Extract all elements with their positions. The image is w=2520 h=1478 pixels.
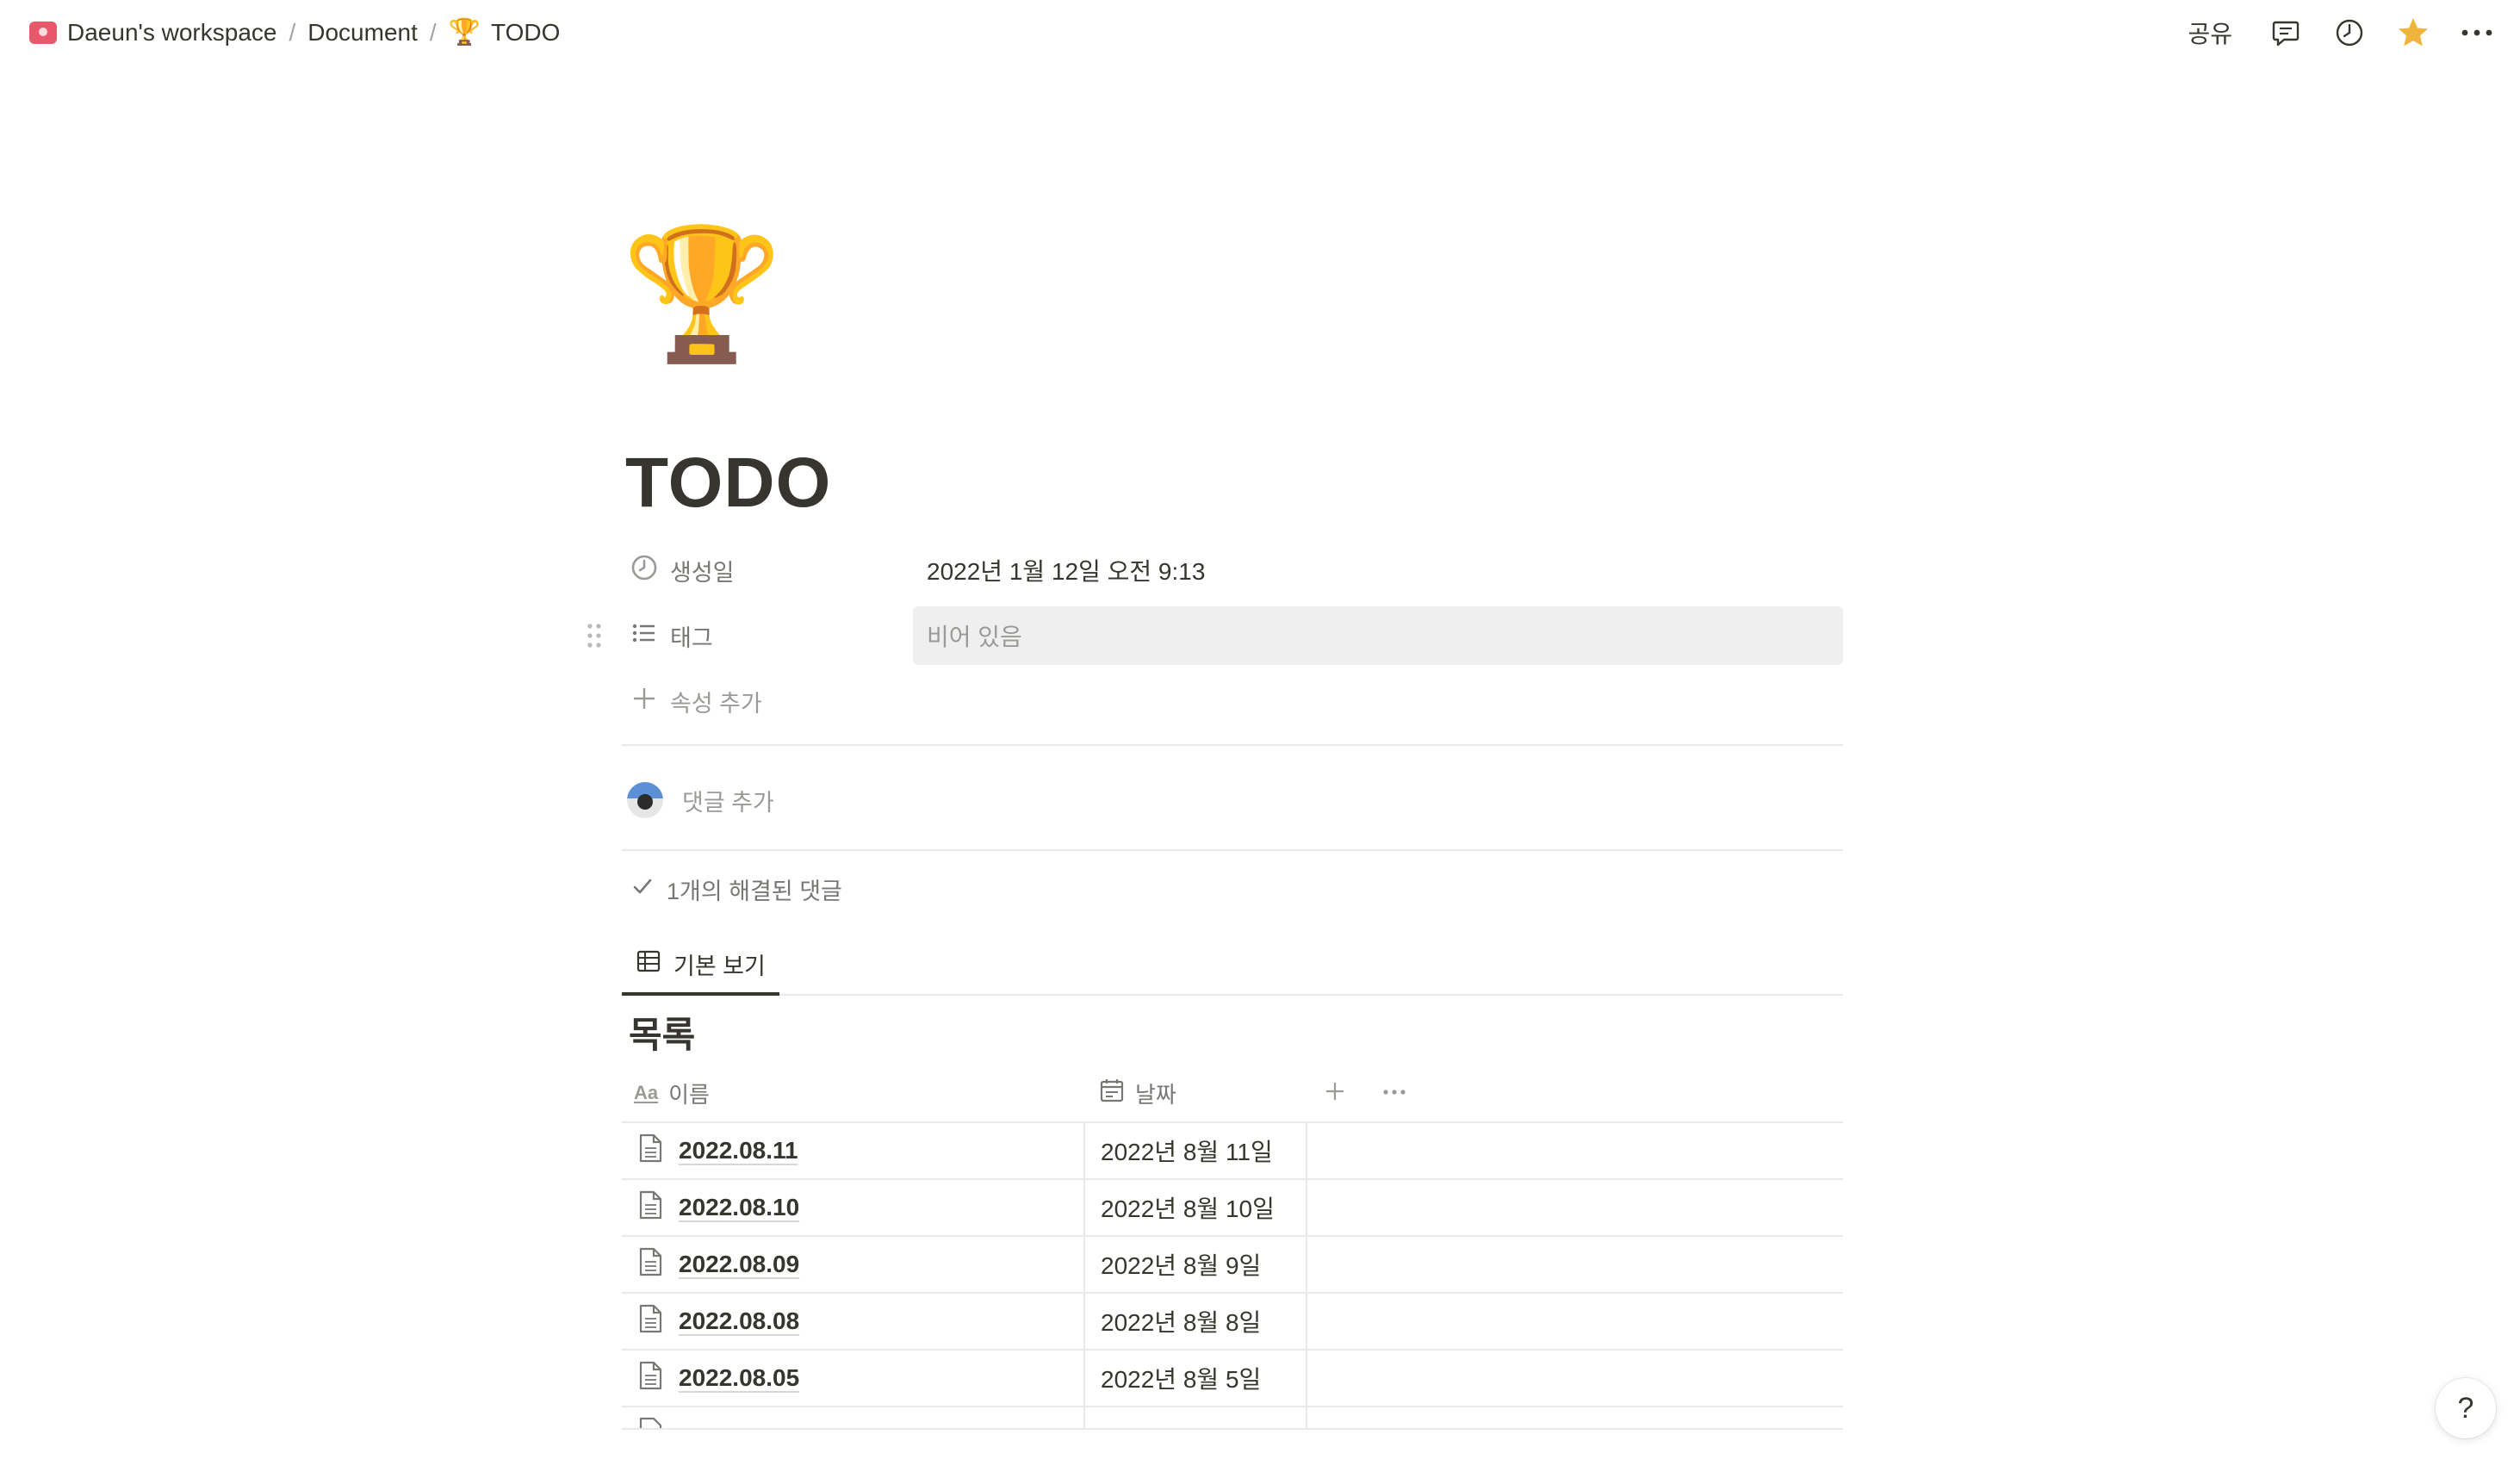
row-date-cell[interactable]: 2022년 8월 8일 bbox=[1085, 1294, 1307, 1349]
history-icon[interactable] bbox=[2332, 16, 2367, 50]
topbar: Daeun's workspace / Document / 🏆 TODO 공유 bbox=[0, 0, 2520, 65]
breadcrumb-parent-label: Document bbox=[307, 19, 418, 46]
view-tabs: 기본 보기 bbox=[622, 935, 1843, 996]
add-comment-input[interactable]: 댓글 추가 bbox=[682, 784, 774, 817]
workspace-name: Daeun's workspace bbox=[67, 19, 277, 46]
column-header-name[interactable]: Aa 이름 bbox=[622, 1064, 1085, 1122]
row-name-cell bbox=[622, 1407, 1085, 1428]
text-property-icon: Aa bbox=[634, 1082, 659, 1103]
add-property-label: 속성 추가 bbox=[670, 690, 762, 717]
row-name-cell[interactable]: 2022.08.09 bbox=[622, 1237, 1085, 1292]
breadcrumb-parent[interactable]: Document bbox=[299, 14, 426, 52]
comments-icon[interactable] bbox=[2269, 16, 2303, 50]
checkmark-icon bbox=[630, 874, 655, 904]
row-name-cell[interactable]: 2022.08.08 bbox=[622, 1294, 1085, 1349]
page-document-icon bbox=[637, 1190, 663, 1226]
row-date-cell[interactable]: 2022년 8월 10일 bbox=[1085, 1180, 1307, 1235]
help-button[interactable]: ? bbox=[2436, 1378, 2496, 1438]
trophy-icon: 🏆 bbox=[448, 18, 481, 47]
calendar-icon bbox=[1099, 1077, 1125, 1109]
resolved-comments-label: 1개의 해결된 댓글 bbox=[667, 878, 842, 904]
table-row[interactable]: 2022.08.11 2022년 8월 11일 bbox=[622, 1123, 1843, 1180]
drag-handle-icon[interactable] bbox=[586, 622, 603, 649]
column-header-date[interactable]: 날짜 bbox=[1085, 1064, 1307, 1122]
row-empty-cell bbox=[1307, 1407, 1843, 1428]
table-header: Aa 이름 날짜 bbox=[622, 1065, 1843, 1123]
property-created: 생성일 2022년 1월 12일 오전 9:13 bbox=[622, 541, 1843, 599]
table-row[interactable]: 2022.08.08 2022년 8월 8일 bbox=[622, 1294, 1843, 1351]
database-title[interactable]: 목록 bbox=[629, 1008, 695, 1063]
property-created-value: 2022년 1월 12일 오전 9:13 bbox=[927, 558, 1206, 585]
row-date-cell bbox=[1085, 1407, 1307, 1428]
database-table: Aa 이름 날짜 2022.08.11 2022년 8월 11일 2022.08… bbox=[622, 1065, 1843, 1430]
share-button[interactable]: 공유 bbox=[2181, 10, 2239, 55]
row-name-cell[interactable]: 2022.08.05 bbox=[622, 1351, 1085, 1406]
row-name-cell[interactable]: 2022.08.11 bbox=[622, 1123, 1085, 1178]
list-icon bbox=[630, 619, 658, 653]
row-empty-cell[interactable] bbox=[1307, 1351, 1843, 1406]
favorite-star-icon[interactable] bbox=[2396, 16, 2430, 50]
page-document-icon bbox=[637, 1361, 663, 1396]
column-name-label: 이름 bbox=[668, 1081, 710, 1108]
breadcrumb: Daeun's workspace / Document / 🏆 TODO bbox=[21, 14, 568, 52]
row-date-cell[interactable]: 2022년 8월 5일 bbox=[1085, 1351, 1307, 1406]
page-title[interactable]: TODO bbox=[625, 436, 831, 531]
top-actions: 공유 bbox=[2181, 10, 2499, 55]
property-tags-label: 태그 bbox=[670, 624, 713, 651]
table-body: 2022.08.11 2022년 8월 11일 2022.08.10 2022년… bbox=[622, 1123, 1843, 1430]
tab-default-view[interactable]: 기본 보기 bbox=[622, 935, 779, 996]
resolved-comments-toggle[interactable]: 1개의 해결된 댓글 bbox=[630, 865, 842, 913]
add-comment-row[interactable]: 댓글 추가 bbox=[627, 775, 774, 825]
row-title[interactable]: 2022.08.11 bbox=[679, 1137, 798, 1164]
add-column-plus-icon[interactable] bbox=[1323, 1079, 1347, 1108]
row-title[interactable]: 2022.08.08 bbox=[679, 1307, 799, 1335]
page: Daeun's workspace / Document / 🏆 TODO 공유 bbox=[0, 0, 2520, 1478]
breadcrumb-separator: / bbox=[429, 19, 437, 46]
breadcrumb-workspace[interactable]: Daeun's workspace bbox=[21, 14, 285, 52]
row-date-cell[interactable]: 2022년 8월 11일 bbox=[1085, 1123, 1307, 1178]
column-date-label: 날짜 bbox=[1135, 1081, 1176, 1108]
table-row[interactable]: 2022.08.09 2022년 8월 9일 bbox=[622, 1237, 1843, 1294]
row-empty-cell[interactable] bbox=[1307, 1180, 1843, 1235]
property-created-name[interactable]: 생성일 bbox=[622, 554, 913, 587]
property-tags-value[interactable]: 비어 있음 bbox=[913, 606, 1843, 665]
divider bbox=[622, 849, 1843, 851]
row-empty-cell[interactable] bbox=[1307, 1237, 1843, 1292]
row-name-cell[interactable]: 2022.08.10 bbox=[622, 1180, 1085, 1235]
page-trophy-icon[interactable]: 🏆 bbox=[622, 229, 783, 358]
plus-icon bbox=[630, 685, 658, 718]
property-tags: 태그 비어 있음 bbox=[587, 606, 1843, 665]
row-date-cell[interactable]: 2022년 8월 9일 bbox=[1085, 1237, 1307, 1292]
row-empty-cell[interactable] bbox=[1307, 1294, 1843, 1349]
table-row[interactable]: 2022.08.10 2022년 8월 10일 bbox=[622, 1180, 1843, 1237]
breadcrumb-separator: / bbox=[289, 19, 296, 46]
workspace-icon bbox=[29, 22, 57, 44]
row-title[interactable]: 2022.08.10 bbox=[679, 1194, 799, 1221]
breadcrumb-current[interactable]: 🏆 TODO bbox=[440, 14, 569, 52]
page-document-icon bbox=[637, 1413, 663, 1428]
more-icon[interactable] bbox=[2460, 16, 2494, 50]
page-document-icon bbox=[637, 1247, 663, 1282]
table-more-icon[interactable] bbox=[1381, 1085, 1407, 1101]
tab-default-view-label: 기본 보기 bbox=[673, 953, 766, 979]
table-icon bbox=[636, 948, 661, 980]
table-row-partial[interactable] bbox=[622, 1407, 1843, 1430]
add-property-button[interactable]: 속성 추가 bbox=[622, 685, 913, 718]
page-document-icon bbox=[637, 1304, 663, 1339]
row-empty-cell[interactable] bbox=[1307, 1123, 1843, 1178]
row-title[interactable]: 2022.08.09 bbox=[679, 1251, 799, 1278]
property-created-label: 생성일 bbox=[670, 559, 735, 586]
clock-icon bbox=[630, 554, 658, 587]
divider bbox=[622, 744, 1843, 746]
row-title[interactable]: 2022.08.05 bbox=[679, 1364, 799, 1392]
breadcrumb-current-label: TODO bbox=[491, 19, 561, 46]
property-tags-name[interactable]: 태그 bbox=[622, 619, 913, 653]
column-actions bbox=[1307, 1079, 1407, 1108]
table-row[interactable]: 2022.08.05 2022년 8월 5일 bbox=[622, 1351, 1843, 1407]
avatar bbox=[627, 782, 663, 818]
page-document-icon bbox=[637, 1133, 663, 1169]
add-property-row: 속성 추가 bbox=[622, 672, 1843, 730]
